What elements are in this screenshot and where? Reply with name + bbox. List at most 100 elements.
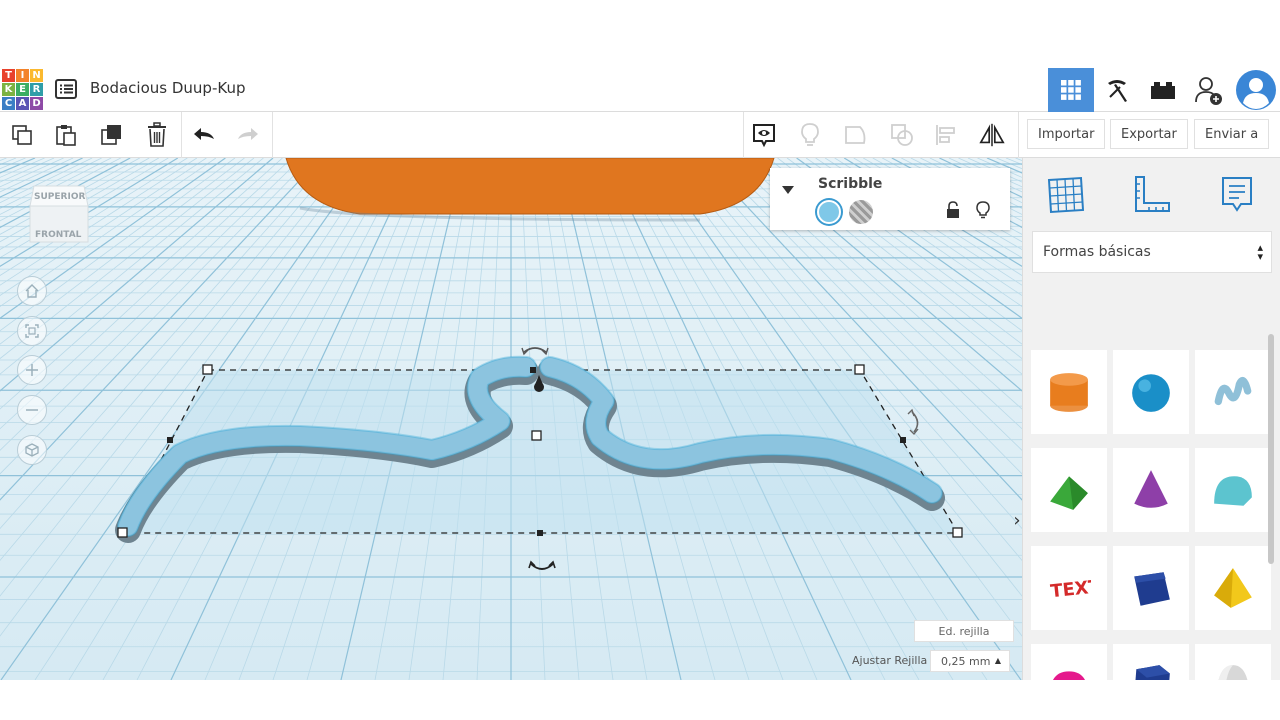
panel-scrollbar[interactable] xyxy=(1268,334,1274,564)
pickaxe-icon xyxy=(1108,80,1127,102)
toolbar-separator xyxy=(181,112,182,158)
shape-tile-cone[interactable] xyxy=(1113,448,1189,532)
ruler-tab[interactable] xyxy=(1127,170,1175,218)
height-handle-knob[interactable] xyxy=(534,382,544,392)
viewcube-front-label: FRONTAL xyxy=(35,230,82,240)
paraboloid-icon xyxy=(1218,665,1248,680)
undo-button[interactable] xyxy=(190,121,218,149)
copy-button[interactable] xyxy=(8,121,36,149)
shape-tile-half-sphere[interactable] xyxy=(1031,644,1107,680)
workplane-viewport[interactable]: SUPERIOR FRONTAL Scribble Ed. rejilla Aj… xyxy=(0,158,1022,680)
align-icon xyxy=(936,125,955,145)
workplane-tab[interactable] xyxy=(1041,170,1089,218)
half-sphere-icon xyxy=(1053,671,1085,680)
group-icon xyxy=(845,126,866,144)
shape-tile-paraboloid[interactable] xyxy=(1195,644,1271,680)
tinkercad-logo[interactable]: TIN KER CAD xyxy=(2,69,43,110)
delete-button[interactable] xyxy=(143,121,171,149)
roof-icon xyxy=(1050,476,1088,510)
round-roof-icon xyxy=(1214,476,1252,506)
workplane-icon xyxy=(1047,176,1085,214)
show-all-button[interactable] xyxy=(750,121,778,149)
fit-icon xyxy=(25,324,39,338)
shape-tile-cylinder[interactable] xyxy=(1031,350,1107,434)
toolbar-separator xyxy=(743,112,744,158)
build-button[interactable] xyxy=(1094,68,1140,112)
paste-icon xyxy=(56,125,76,146)
duplicate-icon xyxy=(101,125,121,145)
top-bar: TIN KER CAD Bodacious Duup-Kup xyxy=(0,68,1280,112)
shape-tile-round-roof[interactable] xyxy=(1195,448,1271,532)
hint-button[interactable] xyxy=(796,121,824,149)
import-button[interactable]: Importar xyxy=(1027,119,1106,149)
lightbulb-icon xyxy=(976,201,990,219)
edit-grid-button[interactable]: Ed. rejilla xyxy=(914,620,1014,642)
hole-swatch[interactable] xyxy=(849,200,873,224)
shape-tile-text[interactable]: TEXT xyxy=(1031,546,1107,630)
trash-icon xyxy=(148,122,166,147)
undo-icon xyxy=(194,128,214,140)
lock-button[interactable] xyxy=(946,201,960,224)
shape-tile-polygon[interactable] xyxy=(1113,644,1189,680)
zoom-in-button[interactable] xyxy=(17,355,47,385)
rotate-side-icon[interactable] xyxy=(911,411,919,433)
zoom-out-button[interactable] xyxy=(17,395,47,425)
mirror-button[interactable] xyxy=(978,121,1006,149)
sphere-icon xyxy=(1132,374,1170,412)
shape-tile-box[interactable] xyxy=(1113,546,1189,630)
group-button[interactable] xyxy=(842,121,870,149)
grid-view-icon xyxy=(1061,80,1081,100)
lock-icon xyxy=(947,201,959,218)
align-button[interactable] xyxy=(932,121,960,149)
snap-grid-select[interactable]: 0,25 mm ▲ xyxy=(930,650,1010,672)
edit-toolbar: Importar Exportar Enviar a xyxy=(0,112,1280,158)
shapes-panel: Formas básicas ▴ ▾ TEXT xyxy=(1022,158,1280,680)
mirror-icon xyxy=(979,123,1005,147)
grid-view-button[interactable] xyxy=(1048,68,1094,112)
scribble-icon xyxy=(1214,376,1252,406)
redo-icon xyxy=(238,128,258,140)
user-avatar-button[interactable] xyxy=(1232,68,1280,112)
invite-user-button[interactable] xyxy=(1186,68,1232,112)
text-icon: TEXT xyxy=(1049,576,1091,602)
notes-tab[interactable] xyxy=(1213,170,1261,218)
shape-tile-sphere[interactable] xyxy=(1113,350,1189,434)
logo-letter: R xyxy=(30,83,43,96)
design-title[interactable]: Bodacious Duup-Kup xyxy=(90,79,245,97)
collapse-inspector-button[interactable] xyxy=(780,182,796,200)
bricks-button[interactable] xyxy=(1140,68,1186,112)
logo-letter: C xyxy=(2,97,15,110)
shape-tile-scribble[interactable] xyxy=(1195,350,1271,434)
ungroup-button[interactable] xyxy=(888,121,916,149)
avatar-icon xyxy=(1236,70,1276,110)
home-icon xyxy=(25,284,39,298)
export-button[interactable]: Exportar xyxy=(1110,119,1188,149)
visibility-button[interactable] xyxy=(976,201,990,224)
home-view-button[interactable] xyxy=(17,276,47,306)
shape-name[interactable]: Scribble xyxy=(818,176,882,192)
paste-button[interactable] xyxy=(52,121,80,149)
box-icon xyxy=(1134,572,1170,606)
duplicate-button[interactable] xyxy=(98,121,126,149)
plus-icon xyxy=(26,364,38,376)
chevron-right-icon: › xyxy=(1013,509,1021,531)
solid-color-swatch[interactable] xyxy=(817,200,841,224)
logo-letter: E xyxy=(16,83,29,96)
panel-collapse-button[interactable]: › xyxy=(1010,496,1022,544)
send-to-button[interactable]: Enviar a xyxy=(1194,119,1270,149)
scene-layer xyxy=(115,158,963,570)
add-user-icon xyxy=(1195,77,1222,105)
pyramid-icon xyxy=(1214,568,1252,608)
shape-category-select[interactable]: Formas básicas ▴ ▾ xyxy=(1032,231,1272,273)
fit-view-button[interactable] xyxy=(17,316,47,346)
cube-icon xyxy=(25,443,39,457)
perspective-button[interactable] xyxy=(17,435,47,465)
note-icon xyxy=(1222,177,1252,212)
design-list-icon[interactable] xyxy=(54,78,78,100)
orange-object[interactable] xyxy=(285,158,775,215)
cylinder-icon xyxy=(1050,373,1088,412)
shape-tile-pyramid[interactable] xyxy=(1195,546,1271,630)
shape-tile-roof[interactable] xyxy=(1031,448,1107,532)
redo-button[interactable] xyxy=(234,121,262,149)
view-cube[interactable]: SUPERIOR FRONTAL xyxy=(28,178,90,259)
